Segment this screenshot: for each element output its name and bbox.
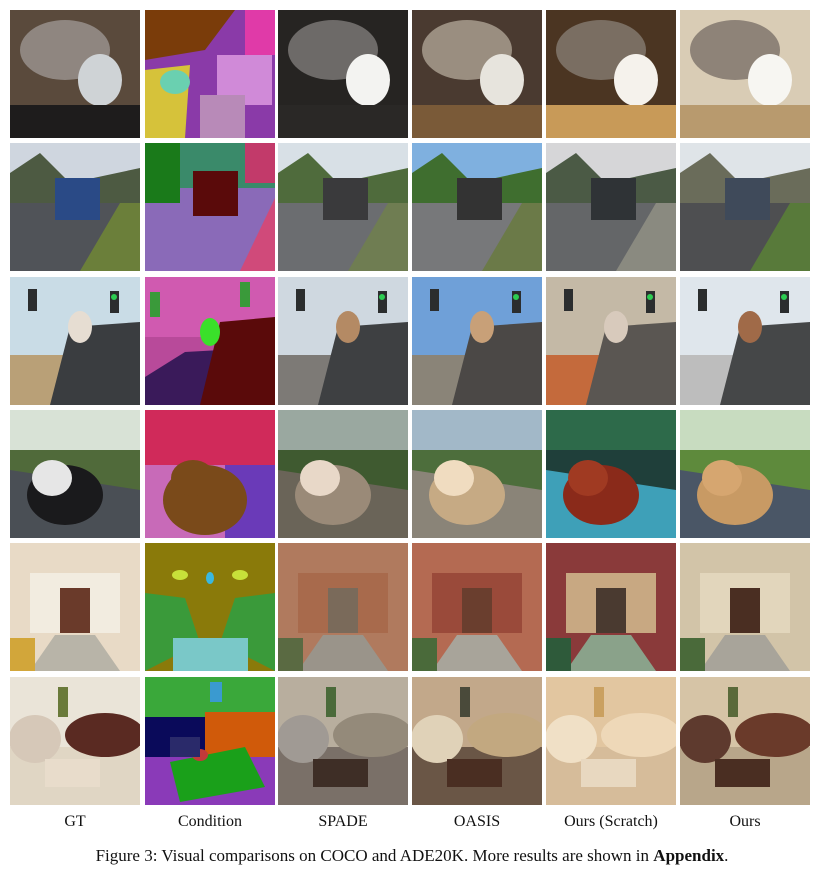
thumbnail-graphic <box>680 543 810 671</box>
image-dog-in-car-traffic-lights-ours <box>680 277 810 405</box>
thumbnail-graphic <box>412 277 542 405</box>
thumbnail-graphic <box>680 277 810 405</box>
column-label-condition: Condition <box>177 813 242 830</box>
image-building-entrance-stairs-ours-scratch <box>546 543 676 671</box>
column-label-ours-scratch: Ours (Scratch) <box>564 813 658 830</box>
image-truck-on-street-ours-scratch <box>546 143 676 271</box>
thumbnail-graphic <box>10 410 140 538</box>
thumbnail-graphic <box>412 143 542 271</box>
column-label-gt: GT <box>64 813 86 830</box>
image-living-room-sofas-spade <box>278 677 408 805</box>
thumbnail-graphic <box>145 410 275 538</box>
thumbnail-graphic <box>680 10 810 138</box>
image-building-entrance-stairs-spade <box>278 543 408 671</box>
column-label-ours: Ours <box>729 813 761 830</box>
thumbnail-graphic <box>10 277 140 405</box>
thumbnail-graphic <box>412 543 542 671</box>
image-teddy-bear-on-bench-ours <box>680 410 810 538</box>
thumbnail-graphic <box>145 143 275 271</box>
image-truck-on-street-gt <box>10 143 140 271</box>
thumbnail-graphic <box>412 10 542 138</box>
image-truck-on-street-condition <box>145 143 275 271</box>
thumbnail-graphic <box>278 10 408 138</box>
thumbnail-graphic <box>546 410 676 538</box>
thumbnail-graphic <box>145 277 275 405</box>
comparison-figure-grid <box>10 10 814 810</box>
image-living-room-sofas-ours-scratch <box>546 677 676 805</box>
image-building-entrance-stairs-ours <box>680 543 810 671</box>
thumbnail-graphic <box>145 10 275 138</box>
thumbnail-graphic <box>145 543 275 671</box>
thumbnail-graphic <box>278 410 408 538</box>
thumbnail-graphic <box>10 677 140 805</box>
image-truck-on-street-spade <box>278 143 408 271</box>
image-living-room-sofas-gt <box>10 677 140 805</box>
image-truck-on-street-oasis <box>412 143 542 271</box>
image-truck-on-street-ours <box>680 143 810 271</box>
column-label-spade: SPADE <box>318 813 368 830</box>
image-building-entrance-stairs-condition <box>145 543 275 671</box>
thumbnail-graphic <box>278 277 408 405</box>
image-living-room-sofas-ours <box>680 677 810 805</box>
image-living-room-sofas-oasis <box>412 677 542 805</box>
caption-text: Figure 3: Visual comparisons on COCO and… <box>95 846 654 865</box>
thumbnail-graphic <box>412 677 542 805</box>
thumbnail-graphic <box>546 277 676 405</box>
thumbnail-graphic <box>546 10 676 138</box>
image-teddy-bear-on-bench-gt <box>10 410 140 538</box>
thumbnail-graphic <box>680 143 810 271</box>
thumbnail-graphic <box>145 677 275 805</box>
column-label-oasis: OASIS <box>453 813 501 830</box>
image-cat-drinking-from-cup-ours <box>680 10 810 138</box>
thumbnail-graphic <box>412 410 542 538</box>
image-dog-in-car-traffic-lights-spade <box>278 277 408 405</box>
image-teddy-bear-on-bench-spade <box>278 410 408 538</box>
thumbnail-graphic <box>10 10 140 138</box>
image-cat-drinking-from-cup-gt <box>10 10 140 138</box>
thumbnail-graphic <box>278 677 408 805</box>
thumbnail-graphic <box>278 543 408 671</box>
image-teddy-bear-on-bench-condition <box>145 410 275 538</box>
image-cat-drinking-from-cup-spade <box>278 10 408 138</box>
figure-caption: Figure 3: Visual comparisons on COCO and… <box>0 845 824 867</box>
image-dog-in-car-traffic-lights-gt <box>10 277 140 405</box>
image-teddy-bear-on-bench-ours-scratch <box>546 410 676 538</box>
caption-end: . <box>724 846 729 865</box>
image-teddy-bear-on-bench-oasis <box>412 410 542 538</box>
thumbnail-graphic <box>546 143 676 271</box>
image-dog-in-car-traffic-lights-condition <box>145 277 275 405</box>
image-building-entrance-stairs-gt <box>10 543 140 671</box>
thumbnail-graphic <box>546 543 676 671</box>
image-cat-drinking-from-cup-condition <box>145 10 275 138</box>
image-building-entrance-stairs-oasis <box>412 543 542 671</box>
image-cat-drinking-from-cup-ours-scratch <box>546 10 676 138</box>
thumbnail-graphic <box>278 143 408 271</box>
thumbnail-graphic <box>546 677 676 805</box>
image-dog-in-car-traffic-lights-oasis <box>412 277 542 405</box>
image-cat-drinking-from-cup-oasis <box>412 10 542 138</box>
caption-appendix-link: Appendix <box>653 846 725 865</box>
image-dog-in-car-traffic-lights-ours-scratch <box>546 277 676 405</box>
thumbnail-graphic <box>10 543 140 671</box>
thumbnail-graphic <box>680 410 810 538</box>
thumbnail-graphic <box>10 143 140 271</box>
image-living-room-sofas-condition <box>145 677 275 805</box>
thumbnail-graphic <box>680 677 810 805</box>
